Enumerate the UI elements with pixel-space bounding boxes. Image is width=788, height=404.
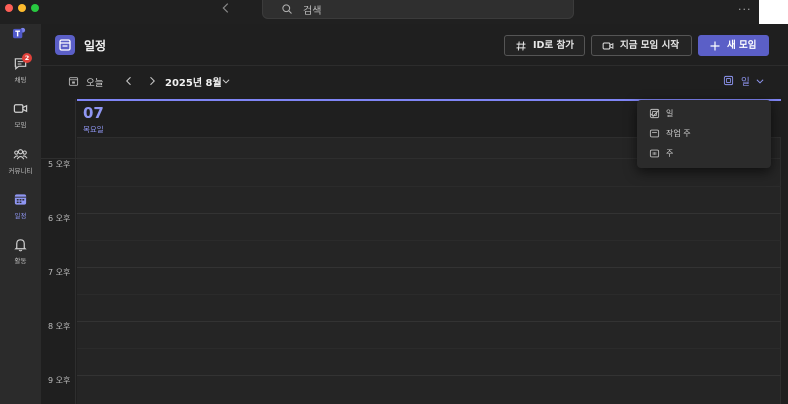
bell-icon (14, 239, 27, 252)
rail-item-label: 활동 (14, 257, 27, 265)
join-by-id-button[interactable]: ID로 참가 (504, 35, 585, 56)
video-icon (602, 42, 614, 50)
chevron-down-icon[interactable] (755, 76, 765, 86)
window-corner (759, 0, 788, 25)
more-options-icon[interactable]: ··· (738, 3, 752, 16)
teams-logo-icon (12, 27, 26, 39)
rail-item-label: 커뮤니티 (8, 167, 33, 175)
rail-item-label: 일정 (14, 212, 27, 220)
rail-item-calendar[interactable]: 일정 (0, 192, 41, 232)
view-menu: 일 작업 주 주 (637, 100, 771, 168)
meet-now-button[interactable]: 지금 모임 시작 (591, 35, 692, 56)
hour-label: 8 오후 (48, 322, 71, 331)
chevron-right-icon[interactable] (146, 75, 158, 87)
hour-line (77, 267, 781, 268)
app-rail: 2 채팅 모임 커뮤니티 일정 활동 (0, 24, 41, 404)
work-week-icon (649, 129, 660, 138)
half-hour-line (77, 348, 781, 349)
zoom-window-button[interactable] (31, 4, 39, 12)
checkmark-icon (650, 110, 659, 117)
today-icon[interactable] (68, 76, 79, 87)
view-menu-item-day[interactable]: 일 (637, 104, 771, 124)
view-menu-label: 주 (666, 149, 674, 158)
join-by-id-label: ID로 참가 (533, 40, 574, 51)
half-hour-line (77, 240, 781, 241)
view-switcher[interactable]: 일 (741, 74, 750, 88)
day-number: 07 (83, 104, 104, 122)
rail-item-community[interactable]: 커뮤니티 (0, 147, 41, 187)
month-picker[interactable]: 2025년 8월 (165, 74, 222, 89)
new-meeting-label: 새 모임 (727, 40, 757, 51)
today-button[interactable]: 오늘 (86, 75, 103, 89)
day-weekday: 목요일 (83, 125, 104, 134)
rail-item-meetings[interactable]: 모임 (0, 101, 41, 141)
day-view-icon[interactable] (723, 75, 734, 86)
hour-label: 9 오후 (48, 376, 71, 385)
close-window-button[interactable] (5, 4, 13, 12)
chevron-left-icon[interactable] (123, 75, 135, 87)
hour-label: 5 오후 (48, 160, 71, 169)
calendar-nav: 오늘 2025년 8월 일 (41, 67, 788, 99)
plus-icon (710, 41, 720, 51)
search-icon (282, 4, 292, 14)
hour-label: 7 오후 (48, 268, 71, 277)
title-bar: 검색 ··· (0, 0, 788, 25)
chevron-down-icon[interactable] (221, 76, 231, 86)
unread-badge: 2 (22, 53, 32, 63)
minimize-window-button[interactable] (18, 4, 26, 12)
video-icon (13, 104, 28, 113)
half-hour-line (77, 186, 781, 187)
calendar-icon (14, 194, 27, 205)
back-arrow-icon[interactable] (219, 1, 233, 15)
hash-icon (516, 41, 526, 51)
hour-line (77, 375, 781, 376)
calendar-header: 일정 ID로 참가 지금 모임 시작 새 모임 (41, 24, 788, 66)
rail-item-chat[interactable]: 2 채팅 (0, 53, 41, 96)
hour-line (77, 321, 781, 322)
search-box[interactable]: 검색 (262, 0, 574, 19)
rail-item-label: 채팅 (14, 76, 27, 84)
week-view-icon (649, 149, 660, 158)
meet-now-label: 지금 모임 시작 (620, 40, 680, 51)
view-menu-item-week[interactable]: 주 (637, 144, 771, 164)
half-hour-line (77, 294, 781, 295)
new-meeting-button[interactable]: 새 모임 (698, 35, 769, 56)
page-title: 일정 (84, 39, 107, 53)
calendar-app-icon (55, 35, 75, 55)
search-input[interactable]: 검색 (303, 2, 321, 17)
view-menu-label: 작업 주 (666, 129, 691, 138)
view-menu-label: 일 (666, 109, 674, 118)
rail-item-activity[interactable]: 활동 (0, 237, 41, 277)
calendar-main: 일정 ID로 참가 지금 모임 시작 새 모임 오늘 2025년 8월 일 07… (41, 24, 788, 404)
hour-line (77, 213, 781, 214)
rail-item-label: 모임 (14, 121, 27, 129)
view-menu-item-work-week[interactable]: 작업 주 (637, 124, 771, 144)
people-icon (13, 149, 28, 160)
hour-label: 6 오후 (48, 214, 71, 223)
